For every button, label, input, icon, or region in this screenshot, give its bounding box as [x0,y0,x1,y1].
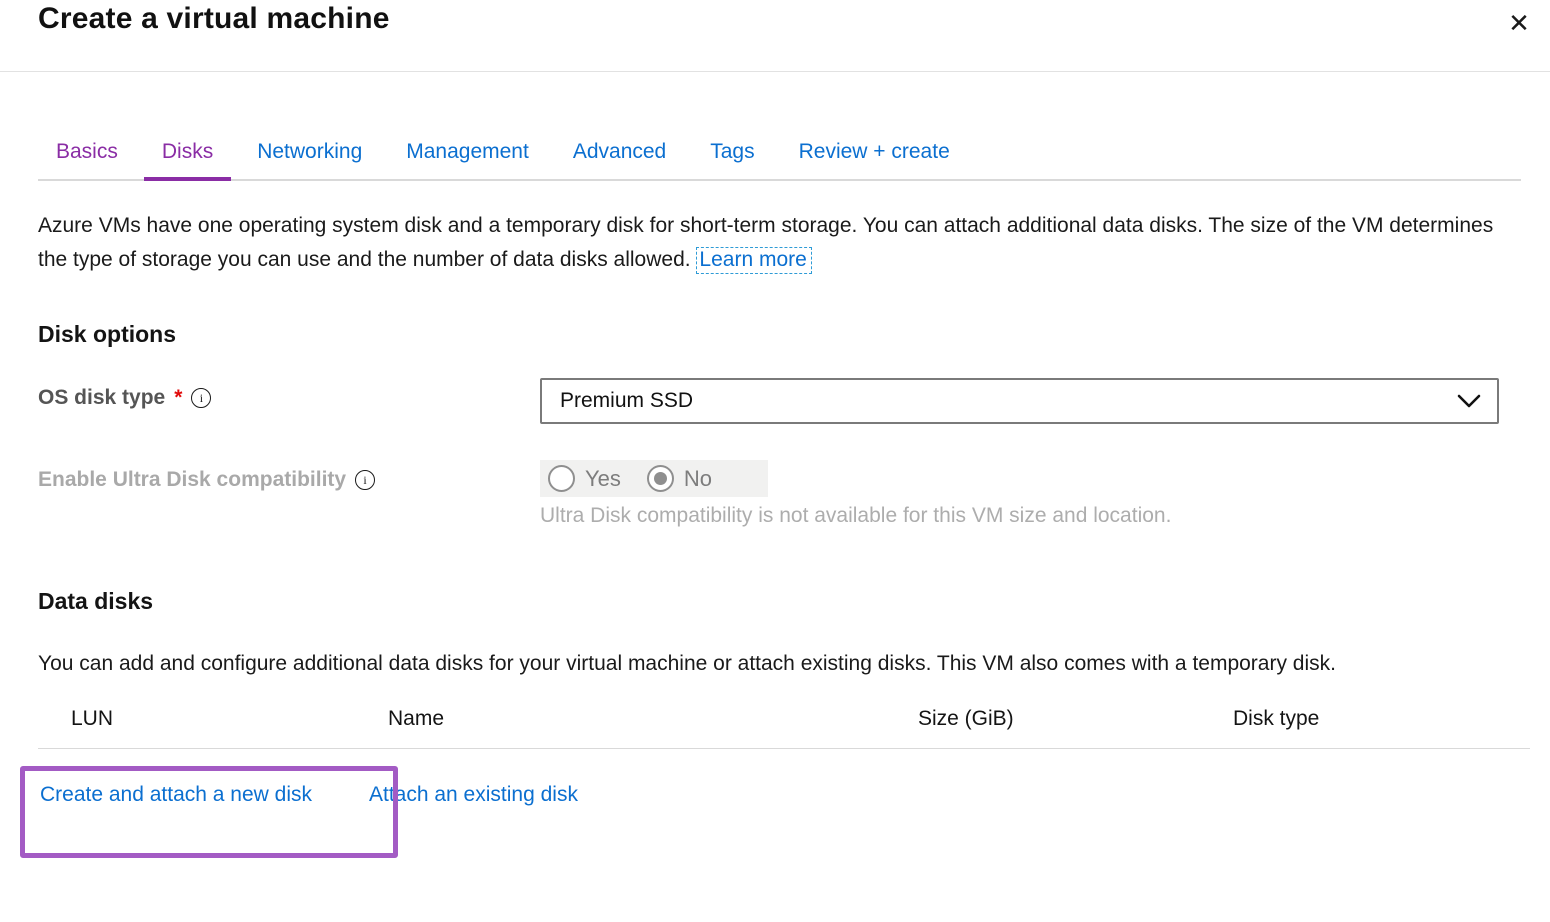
tab-tags[interactable]: Tags [692,140,772,181]
column-header-size: Size (GiB) [918,707,1233,731]
create-and-attach-new-disk-link[interactable]: Create and attach a new disk [40,783,312,807]
data-disks-heading: Data disks [38,588,1521,615]
radio-option-yes: Yes [548,465,621,492]
info-icon[interactable]: i [191,388,211,408]
info-icon[interactable]: i [355,470,375,490]
data-disks-table-header: LUN Name Size (GiB) Disk type [38,707,1521,731]
tab-review-create[interactable]: Review + create [781,140,968,181]
radio-yes-circle [548,465,575,492]
tab-bar: Basics Disks Networking Management Advan… [38,140,1521,181]
ultra-disk-radio-group: Yes No [540,460,768,497]
learn-more-link[interactable]: Learn more [696,247,811,274]
page-title: Create a virtual machine [38,2,390,36]
os-disk-type-control: Premium SSD [540,378,1521,424]
data-disks-actions: Create and attach a new disk Attach an e… [38,783,1521,807]
create-vm-dialog: Create a virtual machine ✕ Basics Disks … [0,0,1550,922]
os-disk-type-value: Premium SSD [560,389,693,413]
ultra-disk-label: Enable Ultra Disk compatibility [38,468,346,492]
disks-intro-text: Azure VMs have one operating system disk… [38,209,1503,277]
column-header-disk-type: Disk type [1233,707,1521,731]
ultra-disk-label-group: Enable Ultra Disk compatibility i [38,460,540,492]
chevron-down-icon [1457,394,1481,408]
os-disk-type-row: OS disk type * i Premium SSD [38,378,1521,424]
tab-advanced[interactable]: Advanced [555,140,684,181]
ultra-disk-row: Enable Ultra Disk compatibility i Yes No… [38,460,1521,528]
close-icon[interactable]: ✕ [1502,6,1536,40]
tab-networking[interactable]: Networking [239,140,380,181]
column-header-name: Name [388,707,918,731]
ultra-disk-helper-text: Ultra Disk compatibility is not availabl… [540,504,1370,528]
tab-management[interactable]: Management [388,140,547,181]
os-disk-type-dropdown[interactable]: Premium SSD [540,378,1499,424]
dialog-content: Basics Disks Networking Management Advan… [0,140,1550,807]
radio-yes-label: Yes [585,466,621,492]
tab-basics[interactable]: Basics [38,140,136,181]
radio-no-label: No [684,466,712,492]
column-header-lun: LUN [38,707,388,731]
data-disks-description: You can add and configure additional dat… [38,646,1468,681]
tab-disks[interactable]: Disks [144,140,231,181]
disk-options-heading: Disk options [38,321,1521,348]
radio-option-no: No [647,465,712,492]
radio-no-circle [647,465,674,492]
dialog-header: Create a virtual machine ✕ [0,0,1550,72]
os-disk-type-label-group: OS disk type * i [38,378,540,410]
os-disk-type-label: OS disk type [38,386,165,410]
ultra-disk-control: Yes No Ultra Disk compatibility is not a… [540,460,1521,528]
table-divider [38,748,1530,749]
attach-existing-disk-link[interactable]: Attach an existing disk [369,783,578,807]
required-asterisk: * [174,386,182,410]
